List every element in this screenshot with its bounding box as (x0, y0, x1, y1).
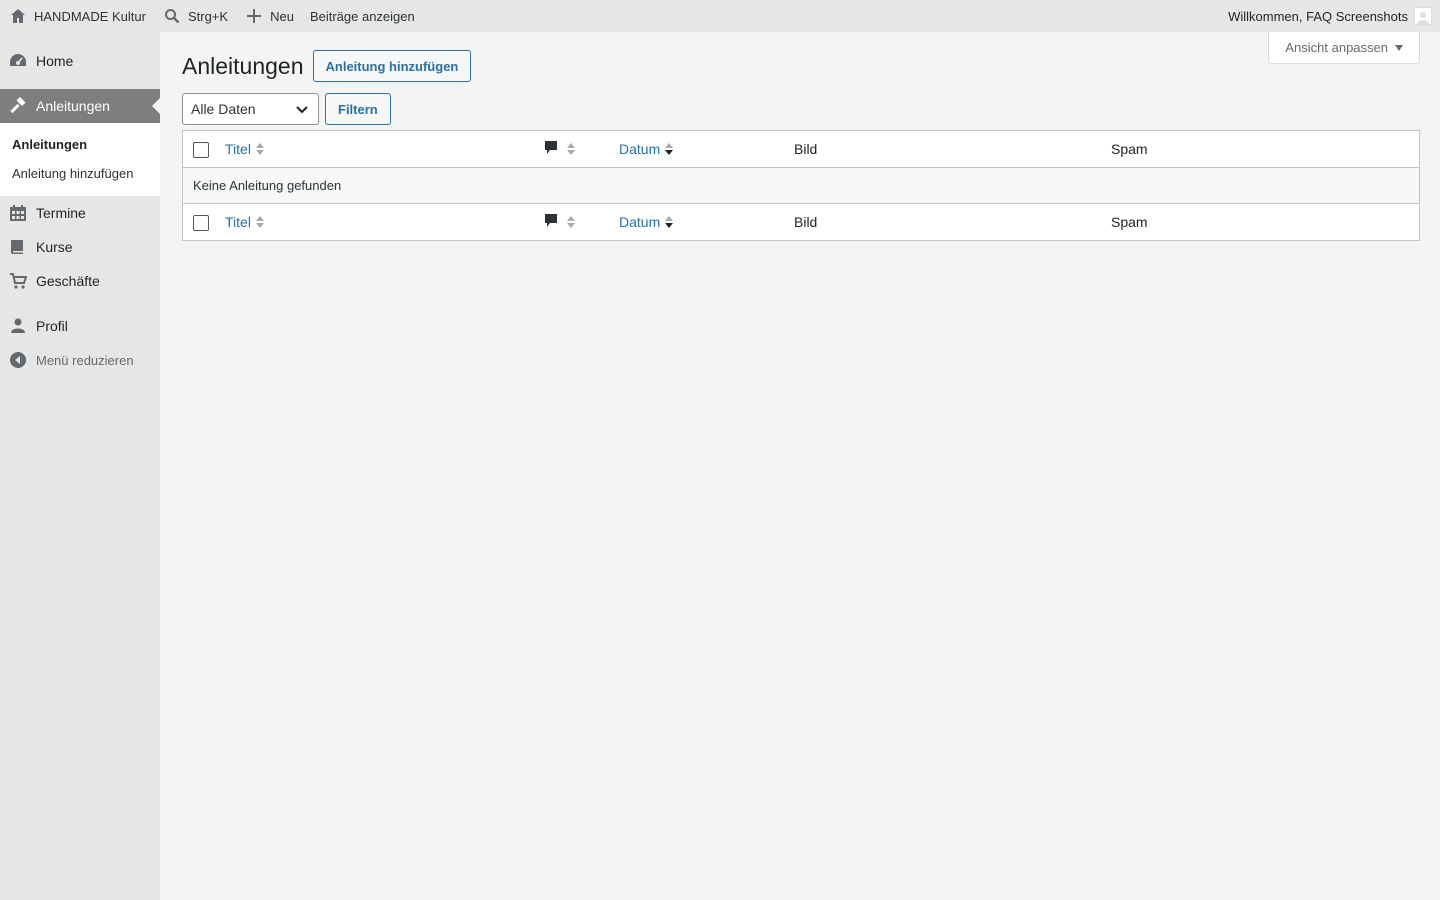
sort-indicator-icon (567, 143, 575, 155)
column-date-label: Datum (619, 214, 661, 230)
sort-indicator-icon (567, 216, 575, 228)
user-icon (8, 316, 28, 336)
search-shortcut-label: Strg+K (187, 8, 229, 24)
chevron-down-icon (296, 101, 308, 117)
main-content: Anleitungen Anleitung hinzufügen Alle Da… (182, 32, 1420, 241)
sort-desc-icon (665, 216, 674, 228)
sidebar-item-label: Kurse (36, 239, 73, 255)
dashboard-icon (8, 51, 28, 71)
column-title-label: Titel (225, 214, 251, 230)
collapse-arrow-icon (8, 350, 28, 370)
account-menu[interactable]: Willkommen, FAQ Screenshots (1228, 0, 1440, 32)
column-spam-label: Spam (1111, 214, 1148, 230)
column-title-sort[interactable]: Titel (225, 141, 264, 157)
home-icon (8, 6, 28, 26)
table-footer-row: Titel Datum Bild Spam (183, 204, 1419, 240)
column-image-label: Bild (794, 141, 818, 157)
empty-message: Keine Anleitung gefunden (193, 178, 342, 193)
book-icon (8, 237, 28, 257)
column-image-label: Bild (794, 214, 818, 230)
column-spam-label: Spam (1111, 141, 1148, 157)
admin-sidebar: Home Anleitungen Anleitungen Anleitung h… (0, 32, 160, 900)
submenu-item-anleitungen[interactable]: Anleitungen (0, 130, 160, 159)
add-anleitung-button[interactable]: Anleitung hinzufügen (312, 50, 472, 82)
select-all-checkbox-footer[interactable] (193, 215, 209, 231)
column-title-sort-footer[interactable]: Titel (225, 214, 264, 230)
column-date-label: Datum (619, 141, 661, 157)
menu-separator (0, 298, 160, 309)
submenu-anleitungen: Anleitungen Anleitung hinzufügen (0, 123, 160, 196)
collapse-menu-button[interactable]: Menü reduzieren (0, 343, 160, 377)
admin-bar: HANDMADE Kultur Strg+K Neu Beiträge anze… (0, 0, 1440, 32)
sidebar-item-kurse[interactable]: Kurse (0, 230, 160, 264)
submenu-item-add-anleitung[interactable]: Anleitung hinzufügen (0, 159, 160, 188)
site-name-link[interactable]: HANDMADE Kultur (0, 0, 154, 32)
welcome-text: Willkommen, FAQ Screenshots (1228, 8, 1408, 24)
column-comments-sort-footer[interactable] (544, 213, 575, 232)
column-date-sort-footer[interactable]: Datum (619, 214, 674, 230)
sidebar-item-label: Anleitungen (36, 98, 110, 114)
search-icon (162, 6, 182, 26)
sidebar-item-label: Termine (36, 205, 86, 221)
sidebar-item-home[interactable]: Home (0, 44, 160, 78)
sidebar-item-label: Geschäfte (36, 273, 100, 289)
sort-desc-icon (665, 143, 674, 155)
plus-icon (244, 6, 264, 26)
sidebar-item-geschaefte[interactable]: Geschäfte (0, 264, 160, 298)
site-name-label: HANDMADE Kultur (34, 8, 146, 24)
calendar-icon (8, 203, 28, 223)
page-title: Anleitungen (182, 52, 304, 79)
new-label: Neu (270, 8, 294, 24)
comment-icon (544, 140, 558, 159)
hammer-icon (8, 96, 28, 116)
sidebar-item-label: Profil (36, 318, 68, 334)
sidebar-item-anleitungen[interactable]: Anleitungen (0, 89, 160, 123)
date-filter-value: Alle Daten (191, 101, 256, 117)
table-row-empty: Keine Anleitung gefunden (183, 167, 1419, 204)
page-header: Anleitungen Anleitung hinzufügen (182, 50, 1420, 82)
table-header-row: Titel Datum Bild Spam (183, 131, 1419, 167)
select-all-checkbox[interactable] (193, 142, 209, 158)
column-title-label: Titel (225, 141, 251, 157)
sidebar-item-label: Home (36, 53, 74, 69)
sort-indicator-icon (255, 143, 264, 155)
anleitungen-table: Titel Datum Bild Spam Keine Anleitung ge… (182, 130, 1420, 241)
new-content-button[interactable]: Neu (236, 0, 302, 32)
avatar (1414, 7, 1432, 25)
view-posts-link[interactable]: Beiträge anzeigen (302, 0, 423, 32)
sidebar-item-termine[interactable]: Termine (0, 196, 160, 230)
column-comments-sort[interactable] (544, 140, 575, 159)
date-filter-select[interactable]: Alle Daten (182, 93, 319, 125)
filter-button[interactable]: Filtern (325, 93, 391, 125)
view-posts-label: Beiträge anzeigen (309, 8, 415, 24)
column-date-sort[interactable]: Datum (619, 141, 674, 157)
sort-indicator-icon (255, 216, 264, 228)
command-search-button[interactable]: Strg+K (154, 0, 236, 32)
filter-bar: Alle Daten Filtern (182, 93, 1420, 125)
collapse-menu-label: Menü reduzieren (36, 352, 134, 368)
cart-icon (8, 271, 28, 291)
sidebar-item-profil[interactable]: Profil (0, 309, 160, 343)
comment-icon (544, 213, 558, 232)
